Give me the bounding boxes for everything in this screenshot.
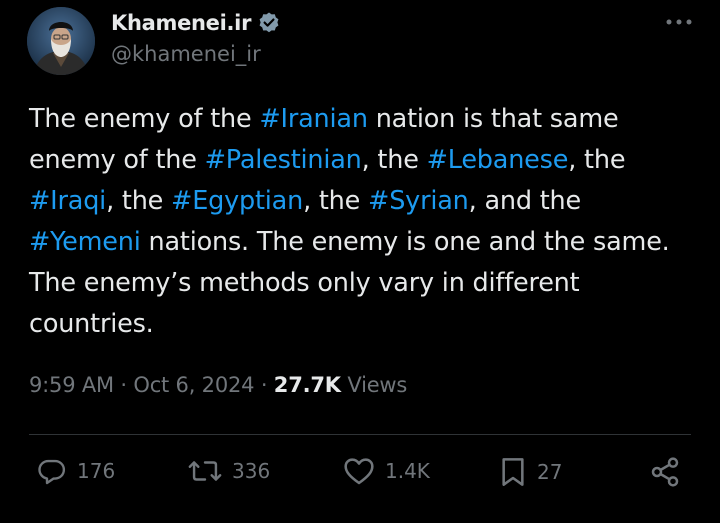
meta-separator: · bbox=[120, 373, 127, 397]
views-count[interactable]: 27.7K bbox=[274, 373, 341, 397]
tweet-text-segment: , the bbox=[568, 145, 626, 175]
tweet-text: The enemy of the #Iranian nation is that… bbox=[29, 99, 709, 345]
heart-icon bbox=[343, 456, 375, 486]
tweet-text-line: enemy of the #Palestinian, the #Lebanese… bbox=[29, 140, 709, 181]
author-name-row: Khamenei.ir bbox=[111, 8, 281, 38]
meta-separator: · bbox=[260, 373, 268, 397]
views-label[interactable]: Views bbox=[347, 373, 407, 397]
author-display-name[interactable]: Khamenei.ir bbox=[111, 11, 251, 35]
tweet-text-segment: enemy of the bbox=[29, 145, 205, 175]
bookmark-icon bbox=[499, 456, 527, 488]
repost-icon bbox=[188, 456, 222, 486]
tweet-text-line: The enemy of the #Iranian nation is that… bbox=[29, 99, 709, 140]
bookmark-count: 27 bbox=[537, 460, 563, 484]
hashtag-link[interactable]: #Lebanese bbox=[427, 145, 569, 175]
reply-icon bbox=[37, 456, 67, 486]
repost-button[interactable]: 336 bbox=[188, 456, 270, 486]
tweet-text-segment: countries. bbox=[29, 309, 154, 339]
tweet-text-line: The enemy’s methods only vary in differe… bbox=[29, 263, 709, 304]
tweet-text-segment: , and the bbox=[468, 186, 582, 216]
tweet-text-segment: , the bbox=[361, 145, 427, 175]
like-count: 1.4K bbox=[385, 459, 430, 483]
action-bar: 176 336 1.4K 27 bbox=[0, 452, 720, 500]
hashtag-link[interactable]: #Palestinian bbox=[205, 145, 362, 175]
hashtag-link[interactable]: #Syrian bbox=[368, 186, 469, 216]
tweet-text-line: #Iraqi, the #Egyptian, the #Syrian, and … bbox=[29, 181, 709, 222]
verified-badge-icon[interactable] bbox=[257, 11, 281, 35]
reply-button[interactable]: 176 bbox=[37, 456, 115, 486]
hashtag-link[interactable]: #Yemeni bbox=[29, 227, 141, 257]
like-button[interactable]: 1.4K bbox=[343, 456, 430, 486]
tweet-text-segment: nation is that same bbox=[367, 104, 619, 134]
divider bbox=[29, 434, 691, 435]
share-button[interactable] bbox=[649, 456, 681, 488]
share-icon bbox=[649, 456, 681, 488]
hashtag-link[interactable]: #Egyptian bbox=[171, 186, 303, 216]
tweet: Khamenei.ir @khamenei_ir The enemy of th… bbox=[0, 0, 720, 523]
avatar[interactable] bbox=[27, 7, 95, 75]
bookmark-button[interactable]: 27 bbox=[499, 456, 562, 488]
tweet-meta: 9:59 AM · Oct 6, 2024 · 27.7K Views bbox=[29, 373, 407, 397]
tweet-text-segment: The enemy’s methods only vary in differe… bbox=[29, 268, 580, 298]
tweet-text-segment: , the bbox=[106, 186, 172, 216]
reply-count: 176 bbox=[77, 459, 116, 483]
tweet-time[interactable]: 9:59 AM bbox=[29, 373, 114, 397]
hashtag-link[interactable]: #Iraqi bbox=[29, 186, 106, 216]
repost-count: 336 bbox=[232, 459, 271, 483]
more-horizontal-icon[interactable] bbox=[664, 10, 694, 34]
tweet-text-line: countries. bbox=[29, 304, 709, 345]
tweet-text-line: #Yemeni nations. The enemy is one and th… bbox=[29, 222, 709, 263]
author-handle[interactable]: @khamenei_ir bbox=[111, 42, 261, 66]
tweet-text-segment: nations. The enemy is one and the same. bbox=[140, 227, 670, 257]
hashtag-link[interactable]: #Iranian bbox=[259, 104, 368, 134]
tweet-text-segment: The enemy of the bbox=[29, 104, 260, 134]
tweet-text-segment: , the bbox=[303, 186, 369, 216]
tweet-date[interactable]: Oct 6, 2024 bbox=[133, 373, 254, 397]
